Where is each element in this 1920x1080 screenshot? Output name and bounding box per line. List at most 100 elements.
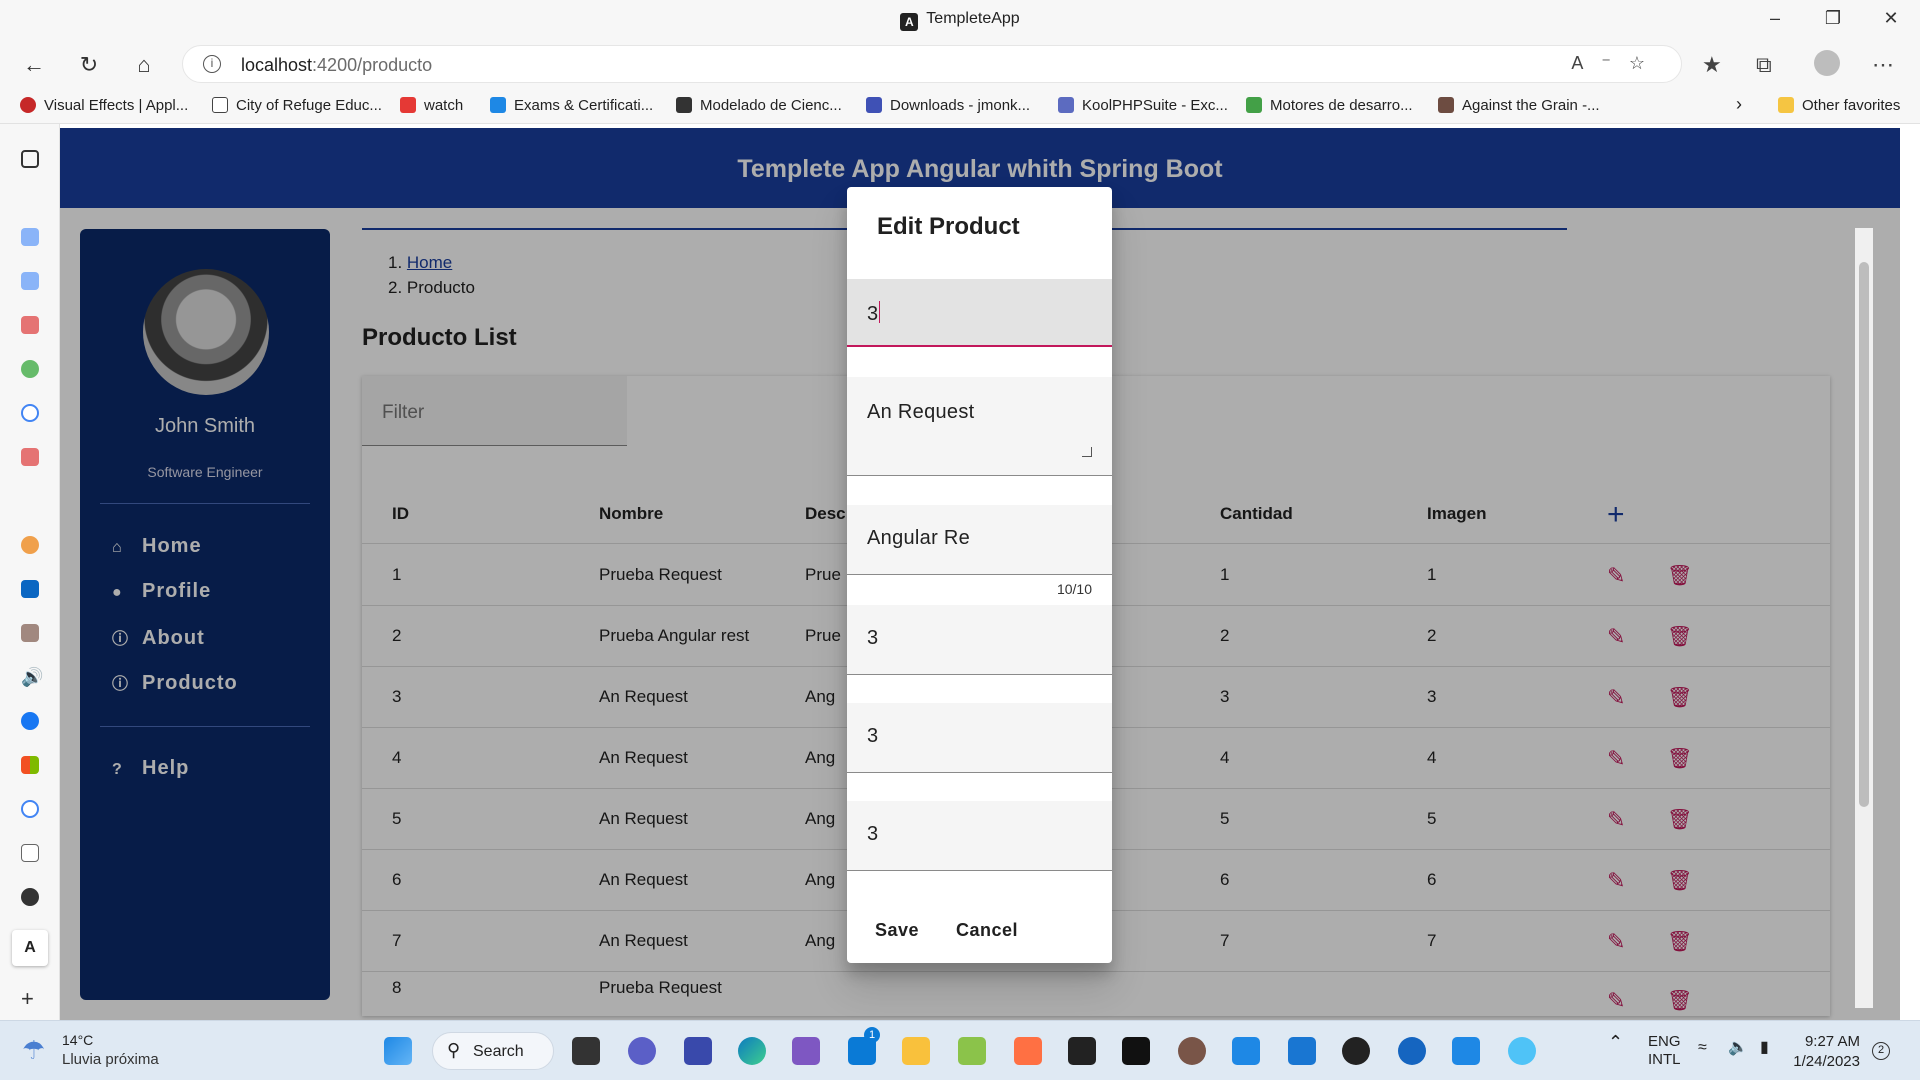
- volume-icon[interactable]: 🔈: [1728, 1039, 1748, 1057]
- terminal-icon[interactable]: [1122, 1037, 1150, 1065]
- other-favorites[interactable]: Other favorites: [1778, 97, 1900, 114]
- scrollbar-thumb[interactable]: [1859, 262, 1869, 807]
- url-host: localhost: [241, 55, 313, 75]
- back-button[interactable]: ←: [19, 50, 49, 80]
- add-favorite-icon[interactable]: ☆: [1629, 53, 1663, 73]
- read-aloud-icon[interactable]: A⁻: [1571, 53, 1629, 73]
- sidebar-app-icon[interactable]: [21, 228, 39, 246]
- profile-avatar-icon[interactable]: [1814, 50, 1840, 76]
- sidebar-app-icon[interactable]: [21, 624, 39, 642]
- favorite-item[interactable]: Against the Grain -...: [1438, 97, 1600, 114]
- descripcion-field[interactable]: Angular Re: [847, 505, 1112, 575]
- facebook-icon[interactable]: [21, 712, 39, 730]
- favorite-label: Visual Effects | Appl...: [44, 97, 189, 114]
- maps-icon[interactable]: [1398, 1037, 1426, 1065]
- linkedin-icon[interactable]: [21, 580, 39, 598]
- minimize-button[interactable]: –: [1752, 8, 1798, 29]
- add-icon[interactable]: +: [21, 988, 39, 1010]
- taskbar-app-icon[interactable]: [792, 1037, 820, 1065]
- vscode-icon[interactable]: [1288, 1037, 1316, 1065]
- resize-handle-icon[interactable]: [1082, 447, 1092, 457]
- wifi-icon[interactable]: ≈: [1698, 1039, 1707, 1057]
- notepad-icon[interactable]: [1232, 1037, 1260, 1065]
- site-info-icon[interactable]: i: [203, 55, 221, 73]
- github-icon[interactable]: [21, 888, 39, 906]
- favorites-overflow-chevron-icon[interactable]: ›: [1736, 94, 1742, 115]
- google-icon[interactable]: [21, 404, 39, 422]
- cancel-button[interactable]: Cancel: [956, 920, 1018, 941]
- calendar-icon[interactable]: [1452, 1037, 1480, 1065]
- tray-overflow-chevron-icon[interactable]: ⌃: [1608, 1033, 1623, 1051]
- speaker-icon[interactable]: 🔊: [21, 668, 43, 686]
- url-text[interactable]: localhost:4200/producto: [241, 55, 432, 76]
- sidebar-app-icon[interactable]: [21, 536, 39, 554]
- favorite-item[interactable]: Visual Effects | Appl...: [20, 97, 188, 114]
- start-button-icon[interactable]: [384, 1037, 412, 1065]
- edge-icon[interactable]: [738, 1037, 766, 1065]
- intellij-icon[interactable]: [1068, 1037, 1096, 1065]
- weather-temp: 14°C: [62, 1032, 94, 1048]
- google-icon[interactable]: [21, 800, 39, 818]
- favorite-item[interactable]: watch: [400, 97, 463, 114]
- favorite-item[interactable]: Motores de desarro...: [1246, 97, 1413, 114]
- edge-sidebar: 🔊 A +: [0, 124, 60, 1020]
- system-clock[interactable]: 9:27 AM 1/24/2023: [1793, 1032, 1860, 1072]
- collections-icon[interactable]: ⧉: [1756, 52, 1772, 78]
- task-view-icon[interactable]: [572, 1037, 600, 1065]
- taskbar-app-icon[interactable]: [1014, 1037, 1042, 1065]
- taskbar-app-icon[interactable]: [958, 1037, 986, 1065]
- save-button[interactable]: Save: [875, 920, 919, 941]
- favorite-label: Motores de desarro...: [1270, 97, 1413, 114]
- more-menu-icon[interactable]: ⋯: [1872, 52, 1894, 78]
- url-path: :4200/producto: [312, 55, 433, 75]
- page-icon: [212, 97, 228, 113]
- field-4[interactable]: 3: [847, 605, 1112, 675]
- microsoft-icon[interactable]: [21, 756, 39, 774]
- id-field[interactable]: 3: [847, 279, 1112, 347]
- weather-widget[interactable]: 14°C Lluvia próxima: [62, 1030, 159, 1070]
- tab-actions-icon[interactable]: [21, 150, 39, 168]
- refresh-button[interactable]: ↻: [74, 50, 104, 80]
- field-5[interactable]: 3: [847, 703, 1112, 773]
- sidebar-app-icon[interactable]: [21, 272, 39, 290]
- address-bar[interactable]: i localhost:4200/producto A⁻☆: [182, 45, 1682, 83]
- nombre-textarea[interactable]: An Request: [847, 377, 1112, 476]
- home-button[interactable]: ⌂: [129, 50, 159, 80]
- battery-icon[interactable]: ▮: [1760, 1039, 1769, 1057]
- favorite-item[interactable]: Downloads - jmonk...: [866, 97, 1030, 114]
- window-title-text: TempleteApp: [926, 10, 1020, 27]
- notification-badge[interactable]: 2: [1872, 1042, 1890, 1060]
- favorite-item[interactable]: Exams & Certificati...: [490, 97, 653, 114]
- windows-taskbar: ☂ 14°C Lluvia próxima ⚲ Search 1 ⌃ ENG INT…: [0, 1020, 1920, 1080]
- field-6-value: 3: [867, 823, 879, 845]
- favorite-item[interactable]: Modelado de Cienc...: [676, 97, 842, 114]
- close-window-button[interactable]: ✕: [1868, 8, 1914, 29]
- maximize-button[interactable]: ❐: [1810, 8, 1856, 29]
- document-icon[interactable]: [21, 844, 39, 862]
- globe-icon[interactable]: [1508, 1037, 1536, 1065]
- favorite-item[interactable]: KoolPHPSuite - Exc...: [1058, 97, 1228, 114]
- favorites-icon[interactable]: ★: [1702, 52, 1722, 78]
- taskbar-app-icon[interactable]: [1178, 1037, 1206, 1065]
- field-5-value: 3: [867, 725, 879, 747]
- browser-toolbar: ← ↻ ⌂ i localhost:4200/producto A⁻☆ ★ ⧉ …: [0, 40, 1920, 88]
- favorite-label: watch: [424, 97, 464, 114]
- language-indicator[interactable]: ENG INTL: [1648, 1033, 1681, 1069]
- edit-product-dialog: Edit Product 3 An Request Angular Re 10/…: [847, 187, 1112, 963]
- weather-icon[interactable]: ☂: [22, 1035, 45, 1066]
- whatsapp-icon[interactable]: [21, 360, 39, 378]
- keyboard-layout: INTL: [1648, 1051, 1681, 1068]
- angular-app-icon[interactable]: A: [12, 930, 48, 966]
- media-player-icon[interactable]: [1342, 1037, 1370, 1065]
- weather-condition: Lluvia próxima: [62, 1051, 159, 1068]
- favorite-label: Against the Grain -...: [1462, 97, 1600, 114]
- sidebar-app-icon[interactable]: [21, 316, 39, 334]
- file-explorer-icon[interactable]: [902, 1037, 930, 1065]
- taskbar-app-icon[interactable]: [684, 1037, 712, 1065]
- chat-icon[interactable]: [628, 1037, 656, 1065]
- taskbar-search[interactable]: ⚲ Search: [432, 1032, 554, 1070]
- favorite-item[interactable]: City of Refuge Educ...: [212, 97, 382, 114]
- field-6[interactable]: 3: [847, 801, 1112, 871]
- nombre-field-value: An Request: [867, 401, 975, 423]
- sidebar-app-icon[interactable]: [21, 448, 39, 466]
